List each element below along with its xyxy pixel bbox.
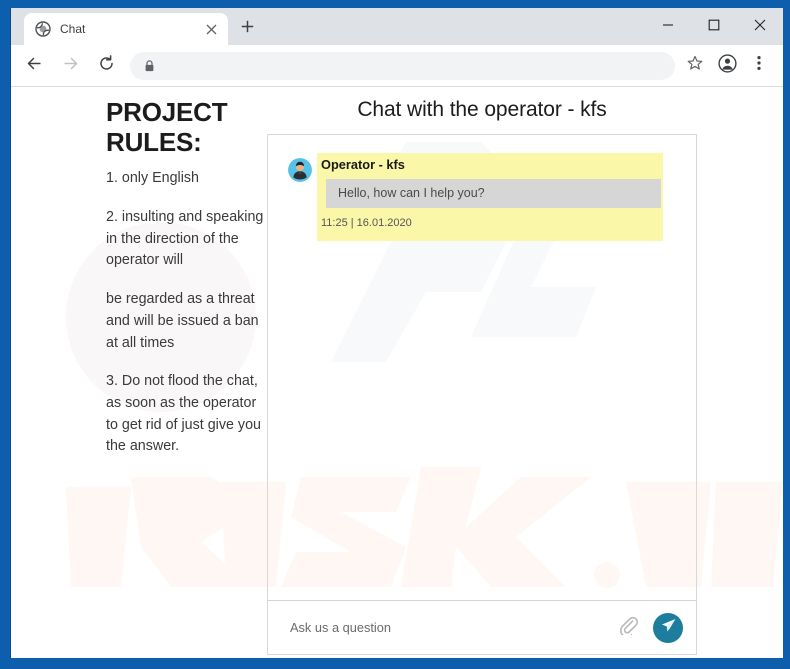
rule-item-3: 3. Do not flood the chat, as soon as the… — [106, 373, 261, 455]
rule-item-2: 2. insulting and speaking in the directi… — [106, 208, 264, 269]
globe-icon — [35, 21, 51, 37]
send-message-button[interactable] — [653, 612, 683, 643]
rule-item-1: 1. only English — [106, 170, 199, 187]
lock-icon — [141, 58, 157, 74]
project-rules-column: PROJECT RULES: 1. only English 2. insult… — [106, 97, 271, 475]
back-button[interactable] — [20, 52, 48, 80]
reload-icon — [98, 54, 115, 77]
minimize-icon — [662, 18, 674, 36]
message-sender-name: Operator - kfs — [321, 157, 405, 172]
browser-toolbar — [11, 45, 783, 87]
close-window-button[interactable] — [737, 8, 783, 45]
maximize-button[interactable] — [691, 8, 737, 45]
chat-message: Operator - kfs Hello, how can I help you… — [288, 157, 686, 229]
plus-icon — [241, 20, 254, 38]
rule-item-2-continued: be regarded as a threat and will be issu… — [106, 291, 259, 351]
close-icon[interactable] — [200, 18, 222, 40]
chat-message-input[interactable]: Ask us a question — [290, 620, 615, 635]
back-arrow-icon — [26, 55, 43, 77]
browser-tab-chat[interactable]: Chat — [24, 13, 228, 45]
chat-page-title: Chat with the operator - kfs — [357, 98, 607, 121]
star-icon — [687, 55, 703, 76]
window-controls — [645, 8, 783, 45]
profile-button[interactable] — [713, 52, 741, 80]
forward-arrow-icon — [62, 55, 79, 77]
three-dot-menu-icon — [757, 55, 761, 76]
project-rules-heading: PROJECT RULES: — [106, 97, 228, 157]
page-viewport: PROJECT RULES: 1. only English 2. insult… — [11, 87, 783, 658]
attach-file-button[interactable] — [615, 615, 641, 641]
operator-avatar-icon — [288, 158, 312, 182]
chat-panel: Operator - kfs Hello, how can I help you… — [267, 134, 697, 655]
maximize-icon — [708, 18, 720, 36]
reload-button[interactable] — [92, 52, 120, 80]
new-tab-button[interactable] — [234, 16, 260, 42]
chat-composer: Ask us a question — [268, 600, 696, 654]
message-bubble-text: Hello, how can I help you? — [326, 179, 661, 208]
close-icon — [754, 18, 766, 36]
bookmark-button[interactable] — [681, 52, 709, 80]
forward-button[interactable] — [56, 52, 84, 80]
paperclip-icon — [618, 615, 639, 640]
chat-message-list: Operator - kfs Hello, how can I help you… — [268, 135, 696, 601]
minimize-button[interactable] — [645, 8, 691, 45]
message-timestamp: 11:25 | 16.01.2020 — [321, 217, 412, 229]
browser-window: Chat PROJECT RULES: 1. only English 2. i… — [11, 8, 783, 658]
message-body: Operator - kfs Hello, how can I help you… — [321, 157, 686, 229]
browser-menu-button[interactable] — [745, 52, 773, 80]
account-avatar-icon — [717, 53, 737, 78]
send-paper-plane-icon — [660, 617, 677, 639]
browser-window-frame: Chat PROJECT RULES: 1. only English 2. i… — [0, 0, 790, 669]
browser-tab-title: Chat — [60, 22, 86, 36]
address-bar[interactable] — [130, 51, 675, 80]
tab-strip: Chat — [11, 8, 783, 45]
